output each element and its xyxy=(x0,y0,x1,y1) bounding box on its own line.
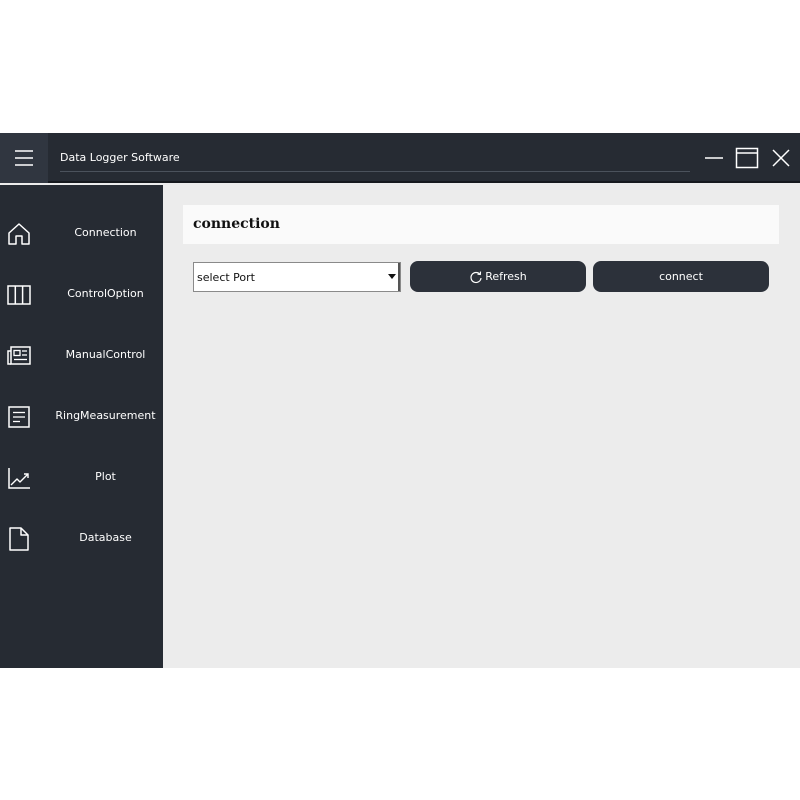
menu-button[interactable] xyxy=(0,133,48,183)
maximize-button[interactable] xyxy=(734,145,760,171)
connect-label: connect xyxy=(659,270,703,283)
port-select[interactable]: select Port xyxy=(193,262,401,292)
refresh-icon xyxy=(470,271,482,283)
sidebar-item-label: Database xyxy=(79,531,132,544)
sidebar-item-label: ControlOption xyxy=(67,287,144,300)
newspaper-icon xyxy=(7,346,31,365)
dropdown-arrow-icon xyxy=(388,274,396,279)
minimize-icon xyxy=(705,157,723,159)
main-content: connection select Port Refresh connect xyxy=(163,185,800,668)
close-icon xyxy=(772,149,790,167)
sidebar-item-manualcontrol[interactable]: ManualControl xyxy=(0,330,163,380)
minimize-button[interactable] xyxy=(701,145,727,171)
home-icon xyxy=(8,223,30,245)
sidebar-item-plot[interactable]: Plot xyxy=(0,452,163,502)
sidebar: Connection ControlOption ManualControl R… xyxy=(0,185,163,668)
refresh-label: Refresh xyxy=(485,270,527,283)
document-text-icon xyxy=(8,406,30,428)
sidebar-item-label: Connection xyxy=(74,226,137,239)
close-button[interactable] xyxy=(768,145,794,171)
sidebar-item-label: Plot xyxy=(95,470,116,483)
page-header: connection xyxy=(183,205,779,244)
columns-icon xyxy=(7,285,31,305)
sidebar-item-connection[interactable]: Connection xyxy=(0,208,163,258)
sidebar-item-label: RingMeasurement xyxy=(55,409,156,422)
page-title: connection xyxy=(193,216,280,232)
sidebar-item-controloption[interactable]: ControlOption xyxy=(0,269,163,319)
hamburger-menu-icon xyxy=(15,150,33,166)
app-window: Data Logger Software Connection ControlO… xyxy=(0,133,800,668)
sidebar-item-database[interactable]: Database xyxy=(0,513,163,563)
select-edge xyxy=(398,263,400,291)
port-select-value: select Port xyxy=(197,271,255,284)
chart-line-icon xyxy=(8,468,30,489)
file-icon xyxy=(9,527,29,551)
title-bar: Data Logger Software xyxy=(0,133,800,183)
title-divider xyxy=(60,171,690,172)
connect-button[interactable]: connect xyxy=(593,261,769,292)
window-title: Data Logger Software xyxy=(60,151,180,164)
sidebar-item-label: ManualControl xyxy=(65,348,146,361)
sidebar-item-ringmeasurement[interactable]: RingMeasurement xyxy=(0,391,163,441)
maximize-icon xyxy=(735,147,759,169)
refresh-button[interactable]: Refresh xyxy=(410,261,586,292)
